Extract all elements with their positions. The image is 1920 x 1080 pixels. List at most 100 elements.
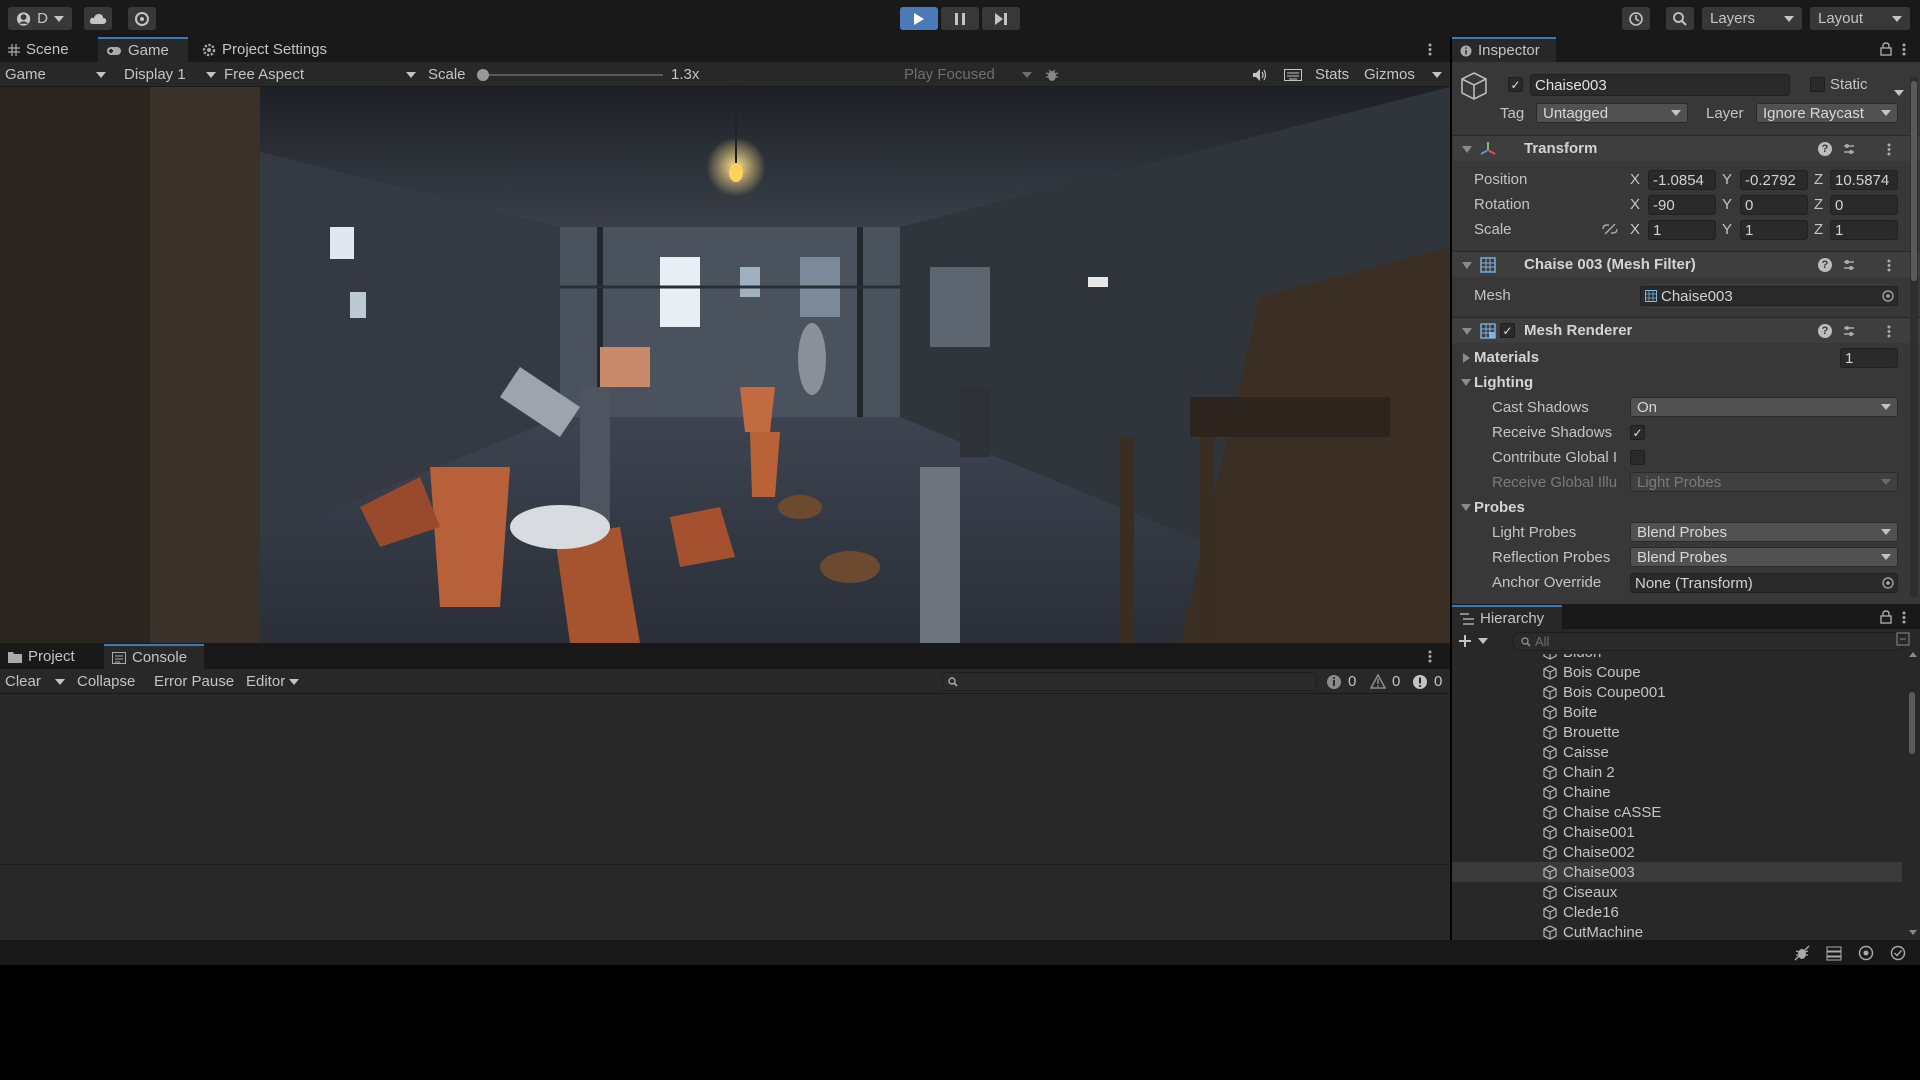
collapse-button[interactable]: Collapse (77, 669, 135, 694)
debug-mode-icon[interactable] (1794, 945, 1810, 961)
hierarchy-scrollbar-thumb[interactable] (1909, 692, 1915, 754)
contribute-gi-checkbox[interactable] (1630, 450, 1645, 465)
account-dropdown[interactable]: D (8, 7, 72, 30)
search-button[interactable] (1666, 7, 1694, 30)
scale-slider-handle[interactable] (477, 69, 489, 81)
reflection-probes-dropdown[interactable]: Blend Probes (1630, 547, 1898, 567)
panel-menu-icon[interactable] (1428, 43, 1432, 56)
scroll-down-icon[interactable] (1909, 930, 1917, 935)
scale-z-field[interactable]: 1 (1830, 220, 1898, 240)
gizmos-dropdown[interactable] (1432, 62, 1442, 87)
probes-foldout-icon[interactable] (1461, 504, 1471, 511)
help-icon[interactable]: ? (1818, 142, 1832, 156)
hierarchy-item[interactable]: Bidon (1452, 654, 1902, 662)
warning-toggle[interactable]: 0 (1370, 669, 1400, 694)
position-x-field[interactable]: -1.0854 (1648, 170, 1716, 190)
component-menu-icon[interactable] (1887, 325, 1891, 338)
mesh-renderer-header[interactable]: ✓ Mesh Renderer ? (1452, 317, 1920, 343)
hierarchy-item[interactable]: Bois Coupe001 (1452, 682, 1902, 702)
lighting-label[interactable]: Lighting (1474, 374, 1533, 391)
component-menu-icon[interactable] (1887, 143, 1891, 156)
search-options-icon[interactable] (1896, 632, 1910, 646)
keyboard-shortcuts-icon[interactable] (1284, 62, 1302, 87)
static-checkbox[interactable] (1810, 77, 1825, 92)
tab-scene[interactable]: Scene (0, 37, 88, 62)
clear-button[interactable]: Clear (5, 669, 41, 694)
position-y-field[interactable]: -0.2792 (1740, 170, 1808, 190)
cache-server-icon[interactable] (1826, 945, 1842, 961)
cloud-button[interactable] (84, 7, 112, 30)
hierarchy-scrollbar[interactable] (1906, 652, 1918, 938)
play-button[interactable] (900, 7, 938, 30)
tab-game[interactable]: Game (98, 37, 188, 62)
panel-menu-icon[interactable] (1902, 611, 1906, 624)
panel-menu-icon[interactable] (1428, 650, 1432, 663)
scale-x-field[interactable]: 1 (1648, 220, 1716, 240)
error-pause-button[interactable]: Error Pause (154, 669, 234, 694)
presets-icon[interactable] (1842, 142, 1856, 156)
progress-check-icon[interactable] (1890, 945, 1906, 961)
tab-console[interactable]: Console (104, 644, 204, 669)
hierarchy-item[interactable]: Bois Coupe (1452, 662, 1902, 682)
object-name-field[interactable]: Chaise003 (1530, 74, 1790, 96)
receive-shadows-checkbox[interactable]: ✓ (1630, 425, 1645, 440)
debug-bug-icon[interactable] (1044, 62, 1060, 87)
hierarchy-item[interactable]: Chaise003 (1452, 862, 1902, 882)
hierarchy-item[interactable]: Clede16 (1452, 902, 1902, 922)
lock-icon[interactable] (1880, 610, 1892, 624)
inspector-scrollbar-thumb[interactable] (1911, 81, 1917, 281)
presets-icon[interactable] (1842, 258, 1856, 272)
help-icon[interactable]: ? (1818, 324, 1832, 338)
mesh-filter-header[interactable]: Chaise 003 (Mesh Filter) ? (1452, 251, 1920, 277)
game-mode-dropdown[interactable]: Game (5, 62, 110, 87)
step-button[interactable] (982, 7, 1020, 30)
console-search-input[interactable] (942, 672, 1316, 691)
rotation-y-field[interactable]: 0 (1740, 195, 1808, 215)
tag-dropdown[interactable]: Untagged (1536, 103, 1688, 123)
game-viewport[interactable] (0, 87, 1450, 643)
lock-icon[interactable] (1880, 42, 1892, 56)
layout-dropdown[interactable]: Layout (1810, 7, 1910, 30)
tab-project[interactable]: Project (0, 644, 98, 669)
active-checkbox[interactable]: ✓ (1508, 77, 1523, 92)
editor-dropdown[interactable]: Editor (246, 669, 300, 694)
clear-options-dropdown[interactable] (55, 669, 65, 694)
rotation-z-field[interactable]: 0 (1830, 195, 1898, 215)
play-focused-dropdown[interactable]: Play Focused (904, 62, 1032, 87)
collab-button[interactable] (128, 7, 156, 30)
lighting-bake-icon[interactable] (1858, 945, 1874, 961)
layer-dropdown[interactable]: Ignore Raycast (1756, 103, 1898, 123)
anchor-override-field[interactable]: None (Transform) (1630, 573, 1898, 593)
hierarchy-item[interactable]: Chaise cASSE (1452, 802, 1902, 822)
create-dropdown[interactable] (1458, 632, 1498, 650)
materials-label[interactable]: Materials (1474, 349, 1539, 366)
scroll-up-icon[interactable] (1909, 652, 1917, 657)
light-probes-dropdown[interactable]: Blend Probes (1630, 522, 1898, 542)
help-icon[interactable]: ? (1818, 258, 1832, 272)
hierarchy-search-input[interactable]: All (1512, 632, 1904, 651)
scale-slider-track[interactable] (478, 74, 663, 76)
hierarchy-item[interactable]: CutMachine (1452, 922, 1902, 940)
log-toggle[interactable]: 0 (1326, 669, 1356, 694)
tab-project-settings[interactable]: Project Settings (194, 37, 354, 62)
tab-inspector[interactable]: Inspector (1452, 37, 1556, 62)
display-dropdown[interactable]: Display 1 (124, 62, 216, 87)
mesh-object-field[interactable]: Chaise003 (1640, 286, 1898, 306)
presets-icon[interactable] (1842, 324, 1856, 338)
hierarchy-item[interactable]: Boite (1452, 702, 1902, 722)
undo-history-button[interactable] (1622, 7, 1650, 30)
foldout-arrow-icon[interactable] (1462, 262, 1472, 269)
aspect-dropdown[interactable]: Free Aspect (224, 62, 416, 87)
materials-count-field[interactable]: 1 (1840, 348, 1898, 368)
foldout-arrow-icon[interactable] (1462, 146, 1472, 153)
position-z-field[interactable]: 10.5874 (1830, 170, 1898, 190)
error-toggle[interactable]: 0 (1412, 669, 1442, 694)
hierarchy-item[interactable]: Chaine (1452, 782, 1902, 802)
object-picker-icon[interactable] (1882, 290, 1894, 302)
hierarchy-item[interactable]: Brouette (1452, 722, 1902, 742)
cast-shadows-dropdown[interactable]: On (1630, 397, 1898, 417)
materials-foldout-icon[interactable] (1463, 353, 1470, 363)
foldout-arrow-icon[interactable] (1462, 328, 1472, 335)
mute-audio-icon[interactable] (1252, 62, 1268, 87)
hierarchy-item[interactable]: Ciseaux (1452, 882, 1902, 902)
